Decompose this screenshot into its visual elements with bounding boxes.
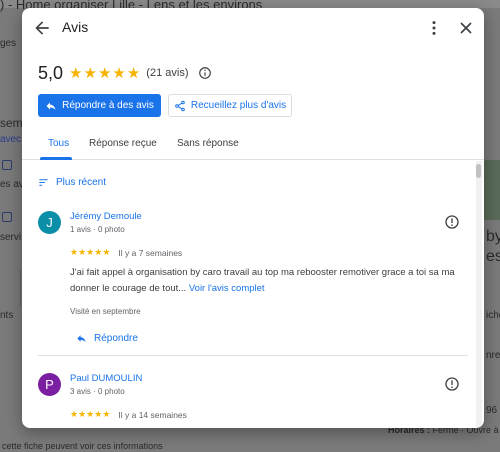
star-icon: ★: [78, 409, 87, 419]
dialog-header: Avis: [22, 8, 484, 48]
background-text: es: [486, 248, 500, 265]
review-rating: ★ ★ ★ ★ ★ Il y a 14 semaines: [70, 409, 187, 420]
reply-button[interactable]: Répondre: [76, 333, 138, 344]
report-review-icon[interactable]: [444, 376, 460, 392]
sort-label: Plus récent: [56, 177, 107, 188]
read-more-link[interactable]: Voir l'avis complet: [189, 283, 265, 294]
info-icon[interactable]: [198, 66, 212, 80]
reviewer-name[interactable]: Jérémy Demoule: [70, 211, 142, 222]
star-icon: ★: [94, 247, 103, 257]
star-icon: ★: [102, 247, 111, 257]
share-icon: [175, 100, 185, 111]
reply-icon: [46, 102, 56, 110]
avatar[interactable]: P: [38, 373, 61, 396]
background-icon: [2, 212, 12, 222]
star-icon: ★: [86, 409, 95, 419]
review-text: J'ai fait appel à organisation by caro t…: [70, 265, 462, 297]
star-icon: ★: [70, 409, 79, 419]
avatar[interactable]: J: [38, 211, 61, 234]
reviewer-meta: 1 avis · 0 photo: [70, 225, 125, 234]
scrollbar-track[interactable]: [476, 161, 482, 428]
star-icon: ★: [126, 65, 141, 82]
star-icon: ★: [69, 65, 83, 82]
sort-icon: [39, 179, 48, 186]
background-text: sem: [0, 116, 23, 130]
sort-button[interactable]: Plus récent: [38, 177, 106, 188]
review-item: J Jérémy Demoule 1 avis · 0 photo ★ ★ ★ …: [38, 211, 468, 361]
more-options-button[interactable]: [424, 18, 444, 38]
star-icon: ★: [97, 65, 112, 82]
background-text: servi: [0, 232, 22, 243]
review-rating: ★ ★ ★ ★ ★ Il y a 7 semaines: [70, 247, 182, 258]
background-text: nts: [0, 310, 14, 321]
star-icon: ★: [94, 409, 103, 419]
background-text: es av: [0, 179, 24, 190]
review-date: Il y a 7 semaines: [118, 247, 183, 258]
background-text: 96 1: [486, 405, 500, 416]
active-tab-indicator: [40, 157, 72, 160]
review-item: P Paul DUMOULIN 3 avis · 0 photo ★ ★ ★ ★…: [38, 373, 468, 428]
visit-date: Visité en septembre: [70, 307, 141, 316]
star-icon: ★: [86, 247, 95, 257]
reply-to-reviews-label: Répondre à des avis: [62, 100, 154, 111]
rating-summary: 5,0 ★ ★ ★ ★ ★ (21 avis): [38, 62, 212, 84]
scrollbar-thumb[interactable]: [476, 164, 481, 178]
rating-stars: ★ ★ ★ ★ ★: [69, 64, 140, 82]
report-review-icon[interactable]: [444, 214, 460, 230]
tab-unanswered[interactable]: Sans réponse: [177, 138, 239, 149]
close-button[interactable]: [456, 18, 476, 38]
collect-reviews-button[interactable]: Recueillez plus d'avis: [168, 94, 292, 117]
star-icon: ★: [78, 247, 87, 257]
average-rating: 5,0: [38, 62, 64, 83]
reviews-dialog: Avis 5,0 ★ ★ ★ ★ ★ (21 avis) Répondre à …: [22, 8, 484, 428]
review-count: (21 avis): [146, 67, 189, 79]
background-text: iche: [486, 310, 500, 321]
background-divider: [20, 270, 21, 306]
reviewer-name[interactable]: Paul DUMOULIN: [70, 373, 142, 384]
more-vert-icon: [432, 21, 436, 35]
arrow-back-icon: [35, 21, 49, 35]
review-divider: [38, 355, 468, 356]
tab-all[interactable]: Tous: [48, 138, 69, 149]
reply-to-reviews-button[interactable]: Répondre à des avis: [38, 94, 161, 117]
star-icon: ★: [102, 409, 111, 419]
background-text: nreg: [486, 350, 500, 361]
star-icon: ★: [83, 65, 97, 82]
star-icon: ★: [70, 247, 79, 257]
background-text: ges: [0, 38, 17, 49]
background-text: by: [486, 228, 500, 245]
back-button[interactable]: [32, 18, 52, 38]
review-tabs: Tous Réponse reçue Sans réponse: [22, 132, 484, 160]
collect-reviews-label: Recueillez plus d'avis: [190, 100, 287, 111]
tab-replied[interactable]: Réponse reçue: [89, 138, 157, 149]
background-icon: [2, 160, 12, 170]
star-icon: ★: [112, 65, 126, 82]
reviewer-meta: 3 avis · 0 photo: [70, 387, 125, 396]
close-icon: [460, 22, 472, 34]
reply-icon: [77, 335, 86, 343]
review-date: Il y a 14 semaines: [118, 409, 187, 420]
reply-label: Répondre: [94, 333, 138, 344]
background-footer-text: cette fiche peuvent voir ces information…: [2, 441, 163, 451]
dialog-title: Avis: [62, 19, 89, 35]
